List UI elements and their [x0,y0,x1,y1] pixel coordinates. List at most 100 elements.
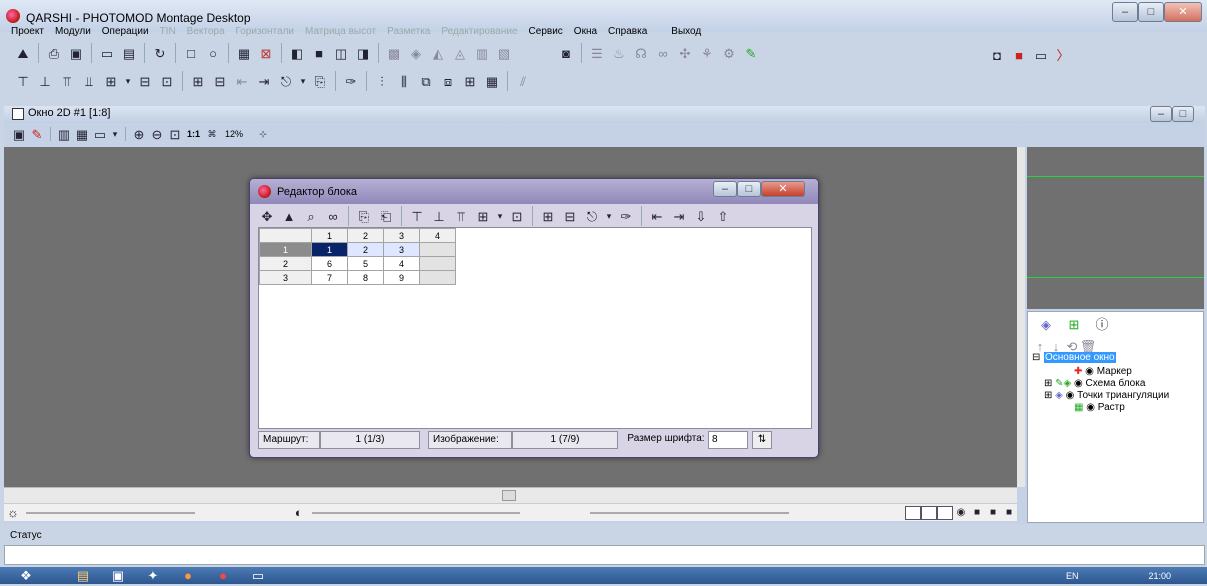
menu-vectors[interactable]: Вектора [187,26,225,37]
grid-cell-empty[interactable] [419,256,456,271]
grid-cell[interactable]: 1 [311,242,348,257]
glasses-icon[interactable]: ∞ [653,43,673,63]
shift-down-icon[interactable]: ⇩ [691,206,711,226]
collapse-icon[interactable]: ⊟ [210,71,230,91]
menu-editing[interactable]: Редактирование [441,26,517,37]
overview-panel[interactable] [1027,147,1204,309]
font-size-spin-button[interactable]: ⇅ [752,431,772,449]
view-mode-icon[interactable]: ▭ [92,124,108,144]
doc-minimize-button[interactable]: – [1150,106,1172,122]
menu-project[interactable]: Проект [11,26,44,37]
brush-icon[interactable]: ✎ [741,43,761,63]
grid-cell-empty[interactable] [419,242,456,257]
layout-d-icon[interactable]: ⧈ [438,71,458,91]
canvas-vertical-scrollbar[interactable] [1017,147,1025,487]
image-properties-icon[interactable]: ⎗ [376,206,396,226]
gamma-slider[interactable] [590,511,789,514]
add-route-icon[interactable]: ⊤ [407,206,427,226]
snapshot-icon[interactable]: ▣ [11,124,27,144]
channel-icon[interactable]: ◉ [954,503,968,523]
tool-c-icon[interactable]: ◭ [428,43,448,63]
block-grid[interactable]: 1 2 3 4 1 1 2 3 2 6 5 4 3 7 8 9 [258,227,812,429]
stereo-b-icon[interactable]: ♨ [609,43,629,63]
open-project-icon[interactable]: ⛰ [13,43,33,63]
measure-icon[interactable]: ◙ [556,43,576,63]
stereo-e-icon[interactable]: ⚘ [697,43,717,63]
menu-service[interactable]: Сервис [529,26,563,37]
layout-a-icon[interactable]: ⫶ [372,71,392,91]
paint-icon[interactable]: ✑ [616,206,636,226]
layers-view-icon[interactable]: ▥ [56,124,72,144]
grid-col-header[interactable]: 3 [383,228,420,243]
grid-cell-empty[interactable] [419,270,456,285]
layout-b-icon[interactable]: ⫼ [394,71,414,91]
insert-route-icon[interactable]: ⊥ [429,206,449,226]
binoculars-icon[interactable]: ∞ [323,206,343,226]
shift-up-icon[interactable]: ⇧ [713,206,733,226]
tree-item-tie-points[interactable]: ⊞ ◈ ◉ Точки триангуляции [1044,390,1169,401]
grid-cell[interactable]: 6 [311,256,348,271]
grid-col-header[interactable]: 2 [347,228,384,243]
window-2d-icon[interactable]: ▭ [97,43,117,63]
expand-icon[interactable]: ⊞ [188,71,208,91]
view-button-c[interactable] [936,505,953,520]
layer-fill-icon[interactable]: ■ [309,43,329,63]
insert-route-icon[interactable]: ⊥ [35,71,55,91]
dual-window-icon[interactable]: ▭ [1031,45,1051,65]
stereo-c-icon[interactable]: ☊ [631,43,651,63]
tool-f-icon[interactable]: ▧ [494,43,514,63]
rotate-icon[interactable]: ⎋ [276,71,296,91]
maximize-button[interactable]: □ [1138,2,1164,22]
move-tool-icon[interactable]: ✥ [257,206,277,226]
view-button-b[interactable] [920,505,937,520]
route-down-icon[interactable]: ⫫ [79,71,99,91]
zoom-in-icon[interactable]: ⊕ [131,124,147,144]
table-view-icon[interactable]: ▦ [74,124,90,144]
tree-item-raster[interactable]: ▦ ◉ Растр [1074,402,1125,413]
circle-icon[interactable]: ○ [203,43,223,63]
grid-cell[interactable]: 2 [347,242,384,257]
grid-col-header[interactable]: 4 [419,228,456,243]
layer-frame-icon[interactable]: ◫ [331,43,351,63]
images-icon[interactable]: ▣ [66,43,86,63]
tree-root[interactable]: Основное окно [1044,352,1116,363]
tree-item-block-scheme[interactable]: ⊞ ✎◈ ◉ Схема блока [1044,378,1145,389]
close-button[interactable]: ✕ [1164,2,1202,22]
layout-c-icon[interactable]: ⧉ [416,71,436,91]
expand-icon[interactable]: ⊞ [538,206,558,226]
tree-collapse-icon[interactable]: ⊟ [1032,352,1040,363]
menu-tin[interactable]: TIN [160,26,176,37]
tree-item-marker[interactable]: ✚ ◉ Маркер [1074,366,1132,377]
layout-e-icon[interactable]: ⊞ [460,71,480,91]
menu-help[interactable]: Справка [608,26,647,37]
tab-info-icon[interactable]: ⓘ [1089,314,1115,334]
grid-row-header[interactable]: 2 [259,256,312,271]
arrow-up-icon[interactable]: ▲ [279,206,299,226]
dialog-maximize-button[interactable]: □ [737,181,761,197]
route-properties-icon[interactable]: ⎘ [354,206,374,226]
rotate-icon[interactable]: ⎋ [582,206,602,226]
grid-row-header[interactable]: 1 [259,242,312,257]
grid-cell[interactable]: 3 [383,242,420,257]
menu-contours[interactable]: Горизонтали [236,26,294,37]
canvas-horizontal-scrollbar[interactable] [4,487,1017,503]
paint-icon[interactable]: ✑ [341,71,361,91]
doc-maximize-button[interactable]: □ [1172,106,1194,122]
dialog-minimize-button[interactable]: – [713,181,737,197]
chevron-down-icon[interactable]: ▾ [298,71,308,91]
menu-modules[interactable]: Модули [55,26,91,37]
crosshair-icon[interactable]: ⊹ [255,124,271,144]
taskbar-window-icon[interactable]: ▭ [248,566,268,586]
refresh-icon[interactable]: ↻ [150,43,170,63]
channel-blue-icon[interactable]: ■ [1002,503,1016,523]
arrow-right-icon[interactable]: 〉 [1053,45,1073,65]
window-3d-icon[interactable]: ▤ [119,43,139,63]
block-props-icon[interactable]: ⎘ [310,71,330,91]
grid-corner[interactable] [259,228,312,243]
taskbar-app-icon[interactable]: ▣ [108,566,128,586]
collapse-icon[interactable]: ⊟ [560,206,580,226]
grid-cell[interactable]: 7 [311,270,348,285]
font-size-input[interactable]: 8 [708,431,748,449]
route-props-icon[interactable]: ⊟ [135,71,155,91]
chevron-down-icon[interactable]: ▾ [604,206,614,226]
